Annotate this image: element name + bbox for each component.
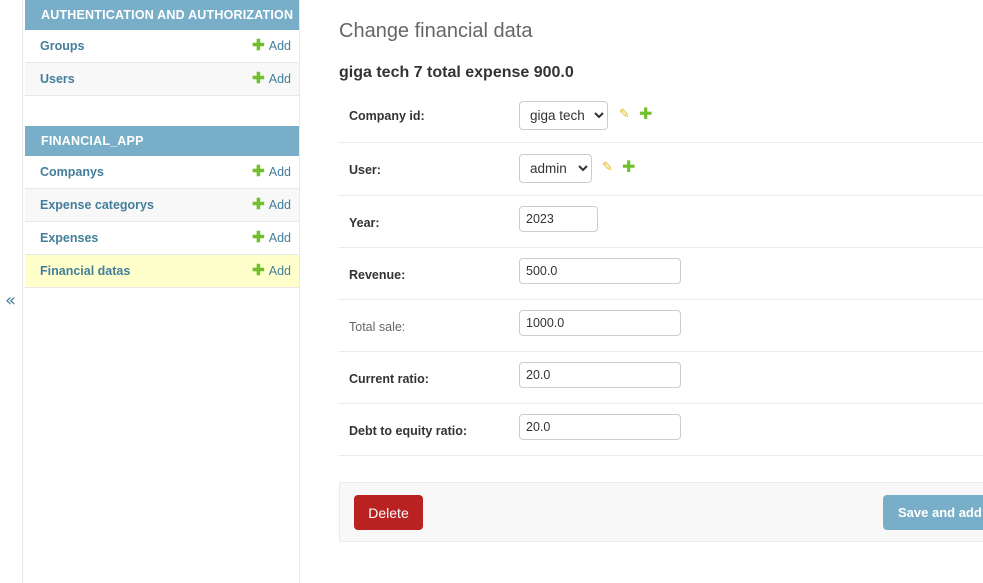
revenue-input[interactable] <box>519 258 681 284</box>
sidebar-item-groups-link[interactable]: Groups <box>40 30 84 62</box>
save-and-add-another-button[interactable]: Save and add another <box>883 495 983 530</box>
delete-button[interactable]: Delete <box>354 495 423 530</box>
user-label: User: <box>349 163 381 177</box>
sidebar-item-users-link[interactable]: Users <box>40 63 75 95</box>
sidebar-item-expenses-link[interactable]: Expenses <box>40 222 98 254</box>
app-module-financial: FINANCIAL_APP Companys ✚ Add Expense cate… <box>23 126 299 288</box>
add-companys-link[interactable]: ✚ Add <box>252 156 291 188</box>
total-sale-input[interactable] <box>519 310 681 336</box>
sidebar: AUTHENTICATION AND AUTHORIZATION Groups … <box>23 0 300 583</box>
add-expenses-link[interactable]: ✚ Add <box>252 222 291 254</box>
app-module-auth: AUTHENTICATION AND AUTHORIZATION Groups … <box>23 0 299 96</box>
add-user-plus-icon[interactable]: ✚ <box>622 157 635 176</box>
sidebar-item-companys: Companys ✚ Add <box>25 156 299 189</box>
form-row-company-id: Company id: giga tech ✎ ✚ <box>339 90 983 143</box>
current-ratio-input[interactable] <box>519 362 681 388</box>
add-icon: ✚ <box>252 70 265 87</box>
add-label: Add <box>268 264 291 278</box>
sidebar-item-companys-link[interactable]: Companys <box>40 156 104 188</box>
add-financial-datas-link[interactable]: ✚ Add <box>252 255 291 287</box>
revenue-label: Revenue: <box>349 268 406 282</box>
object-title: giga tech 7 total expense 900.0 <box>339 64 574 81</box>
add-users-link[interactable]: ✚ Add <box>252 63 291 95</box>
year-label: Year: <box>349 216 380 230</box>
add-icon: ✚ <box>252 229 265 246</box>
current-ratio-label: Current ratio: <box>349 372 429 386</box>
total-sale-label: Total sale: <box>349 320 406 334</box>
sidebar-item-financial-datas-link[interactable]: Financial datas <box>40 255 130 287</box>
add-label: Add <box>268 198 291 212</box>
sidebar-item-groups: Groups ✚ Add <box>25 30 299 63</box>
add-icon: ✚ <box>252 262 265 279</box>
company-id-label: Company id: <box>349 109 425 123</box>
add-label: Add <box>268 72 291 86</box>
add-icon: ✚ <box>252 196 265 213</box>
sidebar-item-users: Users ✚ Add <box>25 63 299 96</box>
add-expense-categorys-link[interactable]: ✚ Add <box>252 189 291 221</box>
add-label: Add <box>268 231 291 245</box>
add-groups-link[interactable]: ✚ Add <box>252 30 291 62</box>
form-row-revenue: Revenue: <box>339 248 983 300</box>
edit-user-pencil-icon[interactable]: ✎ <box>602 160 613 175</box>
change-form: Company id: giga tech ✎ ✚ User: admin ✎ … <box>339 90 983 456</box>
add-icon: ✚ <box>252 163 265 180</box>
form-row-debt-to-equity: Debt to equity ratio: <box>339 404 983 456</box>
debt-to-equity-label: Debt to equity ratio: <box>349 424 468 438</box>
year-input[interactable] <box>519 206 598 232</box>
sidebar-item-expense-categorys-link[interactable]: Expense categorys <box>40 189 154 221</box>
sidebar-item-financial-datas: Financial datas ✚ Add <box>25 255 299 288</box>
app-caption-financial[interactable]: FINANCIAL_APP <box>25 126 299 156</box>
sidebar-item-expenses: Expenses ✚ Add <box>25 222 299 255</box>
form-row-current-ratio: Current ratio: <box>339 352 983 404</box>
sidebar-collapse-toggle[interactable]: « <box>0 0 23 583</box>
page-title: Change financial data <box>339 20 533 42</box>
collapse-icon[interactable]: « <box>5 290 16 311</box>
submit-row: Delete Save and add another <box>339 482 983 542</box>
add-icon: ✚ <box>252 37 265 54</box>
user-select[interactable]: admin <box>519 154 592 183</box>
debt-to-equity-input[interactable] <box>519 414 681 440</box>
add-label: Add <box>268 39 291 53</box>
company-id-select[interactable]: giga tech <box>519 101 608 130</box>
add-label: Add <box>268 165 291 179</box>
app-caption-auth[interactable]: AUTHENTICATION AND AUTHORIZATION <box>25 0 299 30</box>
form-row-total-sale: Total sale: <box>339 300 983 352</box>
sidebar-item-expense-categorys: Expense categorys ✚ Add <box>25 189 299 222</box>
add-company-plus-icon[interactable]: ✚ <box>639 104 652 123</box>
form-row-user: User: admin ✎ ✚ <box>339 143 983 196</box>
edit-company-pencil-icon[interactable]: ✎ <box>619 107 630 122</box>
form-row-year: Year: <box>339 196 983 248</box>
